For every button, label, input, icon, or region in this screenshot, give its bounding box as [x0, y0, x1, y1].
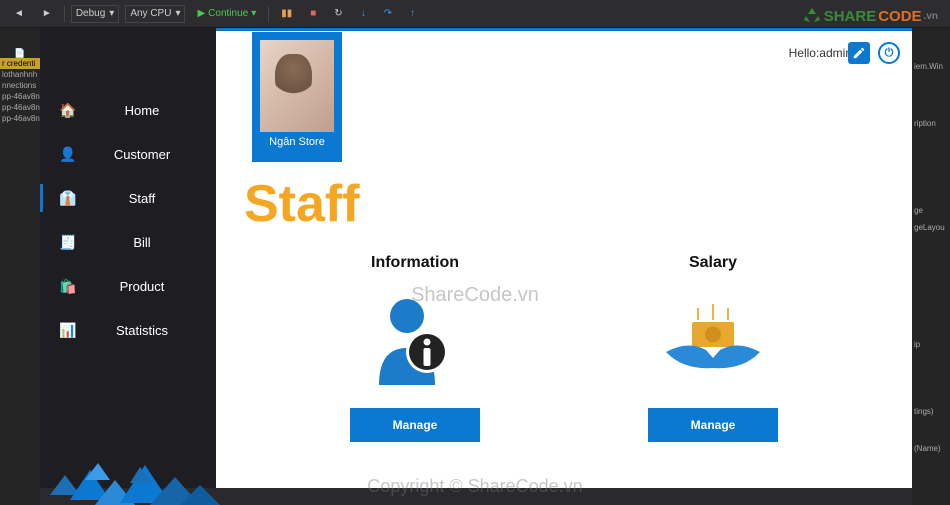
decorative-triangles	[40, 435, 220, 505]
product-icon: 🛍️	[58, 278, 78, 295]
prop-item: geLayou	[912, 219, 950, 236]
vs-toolbar: ◄ ► Debug ▾ Any CPU ▾ ▶ Continue ▾ ▮▮ ■ …	[0, 0, 950, 28]
prop-item: tings)	[912, 403, 950, 420]
sidebar-item-label: Product	[108, 279, 216, 294]
home-icon: 🏠	[58, 102, 78, 119]
tree-item[interactable]: lothanhnh	[0, 69, 40, 80]
sidebar-item-staff[interactable]: 👔 Staff	[40, 176, 216, 220]
page-title: Staff	[244, 174, 360, 234]
chevron-down-icon: ▾	[175, 8, 180, 19]
tree-item[interactable]: pp-46av8n	[0, 102, 40, 113]
tree-item[interactable]: pp-46av8n	[0, 91, 40, 102]
chevron-down-icon: ▾	[109, 8, 114, 19]
person-info-icon	[315, 290, 515, 390]
stop-icon[interactable]: ■	[304, 6, 322, 21]
store-name: Ngân Store	[252, 136, 342, 154]
tree-items: r credenti lothanhnh nnections pp-46av8n…	[0, 58, 40, 124]
hello-label: Hello:admin	[789, 46, 852, 60]
sidebar-item-home[interactable]: 🏠 Home	[40, 88, 216, 132]
salary-icon	[613, 290, 813, 390]
tree-item[interactable]: pp-46av8n	[0, 113, 40, 124]
sidebar-item-label: Bill	[108, 235, 216, 250]
avatar	[260, 40, 334, 132]
prop-item: (Name)	[912, 440, 950, 457]
nav-back-icon[interactable]: ◄	[8, 6, 30, 21]
edit-button[interactable]	[848, 42, 870, 64]
manage-salary-button[interactable]: Manage	[648, 408, 778, 442]
step-into-icon[interactable]: ↓	[355, 6, 372, 21]
sidebar-item-bill[interactable]: 🧾 Bill	[40, 220, 216, 264]
sidebar-item-label: Statistics	[108, 323, 216, 338]
information-card: Information Manage	[315, 254, 515, 442]
sidebar-item-customer[interactable]: 👤 Customer	[40, 132, 216, 176]
sidebar-item-label: Customer	[108, 147, 216, 162]
sidebar-item-product[interactable]: 🛍️ Product	[40, 264, 216, 308]
nav-fwd-icon[interactable]: ►	[36, 6, 58, 21]
step-out-icon[interactable]: ↑	[404, 6, 421, 21]
pause-icon[interactable]: ▮▮	[275, 6, 298, 21]
power-button[interactable]: ⏻	[878, 42, 900, 64]
stats-icon: 📊	[58, 322, 78, 339]
sidebar-item-label: Staff	[108, 191, 216, 206]
step-over-icon[interactable]: ↷	[378, 6, 398, 21]
platform-dropdown[interactable]: Any CPU ▾	[125, 5, 185, 23]
sidebar-item-label: Home	[108, 103, 216, 118]
properties-panel: iem.Win ription ge geLayou ip tings) (Na…	[912, 28, 950, 505]
card-title: Information	[315, 254, 515, 272]
card-title: Salary	[613, 254, 813, 272]
manage-information-button[interactable]: Manage	[350, 408, 480, 442]
staff-icon: 👔	[58, 190, 78, 207]
profile-box: Ngân Store	[252, 32, 342, 162]
continue-button[interactable]: ▶ Continue ▾	[191, 6, 262, 21]
tree-item[interactable]: r credenti	[0, 58, 40, 69]
restart-icon[interactable]: ↻	[328, 6, 348, 21]
prop-item: ription	[912, 115, 950, 132]
bill-icon: 🧾	[58, 234, 78, 251]
main-content: Ngân Store Hello:admin ⏻ Staff Informati…	[216, 28, 912, 488]
prop-item: ip	[912, 336, 950, 353]
prop-item: ge	[912, 202, 950, 219]
salary-card: Salary Manage	[613, 254, 813, 442]
pencil-icon	[852, 46, 866, 60]
sidebar-item-statistics[interactable]: 📊 Statistics	[40, 308, 216, 352]
user-icon: 👤	[58, 146, 78, 163]
config-dropdown[interactable]: Debug ▾	[71, 5, 120, 23]
tree-item[interactable]: nnections	[0, 80, 40, 91]
app-sidebar: 🏠 Home 👤 Customer 👔 Staff 🧾 Bill 🛍️ Prod…	[40, 28, 216, 488]
prop-item: iem.Win	[912, 58, 950, 75]
